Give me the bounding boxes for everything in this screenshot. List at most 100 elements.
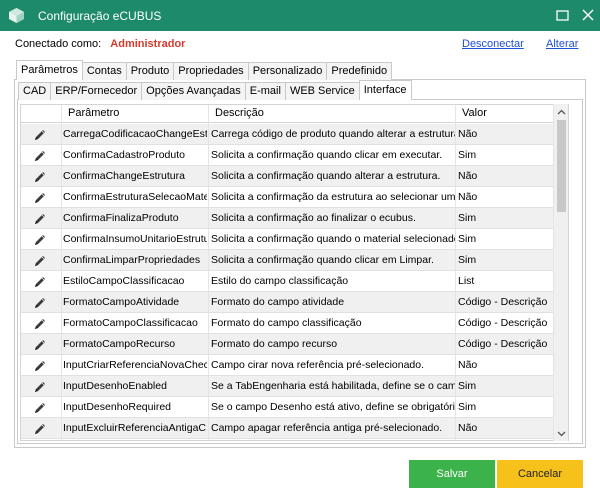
- primary-tab-0[interactable]: Parâmetros: [16, 60, 83, 80]
- pencil-icon[interactable]: [21, 292, 59, 313]
- description-cell: Formato do campo recurso: [211, 338, 338, 350]
- parameter-cell: FormatoCampoClassificacao: [63, 317, 198, 329]
- secondary-tab-3[interactable]: E-mail: [244, 82, 286, 100]
- secondary-tab-4[interactable]: WEB Service: [284, 82, 360, 100]
- close-icon: [582, 9, 594, 21]
- description-cell: Solicita a confirmação quando o material…: [211, 233, 455, 245]
- description-cell: Se a TabEngenharia está habilitada, defi…: [211, 380, 455, 392]
- pencil-icon[interactable]: [21, 208, 59, 229]
- scroll-down-button[interactable]: [554, 426, 569, 441]
- secondary-tab-2[interactable]: Opções Avançadas: [141, 82, 246, 100]
- column-divider: [208, 105, 209, 440]
- pencil-icon[interactable]: [21, 376, 59, 397]
- value-cell[interactable]: Não: [455, 166, 553, 187]
- secondary-tabs: CAD ERP/Fornecedor Opções Avançadas E-mail W…: [18, 80, 412, 100]
- column-header-value[interactable]: Valor: [455, 105, 553, 123]
- column-divider: [455, 105, 456, 440]
- table-row[interactable]: ConfirmaCadastroProduto Solicita a confir…: [21, 145, 568, 166]
- connected-user: Administrador: [110, 38, 186, 50]
- table-row[interactable]: EstiloCampoClassificacao Estilo do campo …: [21, 271, 568, 292]
- table-row[interactable]: ConfirmaEstruturaSelecaoMate... Solicita …: [21, 187, 568, 208]
- primary-tab-2[interactable]: Produto: [125, 62, 175, 80]
- value-cell[interactable]: Código - Descrição: [455, 334, 553, 355]
- value-cell[interactable]: Não: [455, 418, 553, 439]
- pencil-icon[interactable]: [21, 187, 59, 208]
- primary-tab-1[interactable]: Contas: [81, 62, 127, 80]
- table-row[interactable]: FormatoCampoClassificacao Formato do camp…: [21, 313, 568, 334]
- description-cell: Solicita a confirmação quando clicar em …: [211, 254, 434, 266]
- change-link[interactable]: Alterar: [546, 38, 578, 50]
- secondary-tab-0[interactable]: CAD: [18, 82, 52, 100]
- pencil-icon[interactable]: [21, 313, 59, 334]
- scroll-thumb[interactable]: [557, 120, 566, 212]
- table-row[interactable]: ConfirmaFinalizaProduto Solicita a confir…: [21, 208, 568, 229]
- pencil-icon[interactable]: [21, 397, 59, 418]
- table-row[interactable]: InputExcluirReferenciaAntigaC... Campo ap…: [21, 418, 568, 439]
- value-cell[interactable]: Sim: [455, 145, 553, 166]
- disconnect-link[interactable]: Desconectar: [462, 38, 524, 50]
- chevron-down-icon: [557, 431, 566, 436]
- scroll-up-button[interactable]: [554, 104, 569, 119]
- pencil-icon[interactable]: [21, 250, 59, 271]
- minimize-button[interactable]: [550, 4, 574, 26]
- title-bar: Configuração eCUBUS: [0, 0, 600, 31]
- column-divider: [61, 105, 62, 440]
- pencil-icon[interactable]: [21, 124, 59, 145]
- pencil-icon[interactable]: [21, 271, 59, 292]
- table-row[interactable]: FormatoCampoRecurso Formato do campo recu…: [21, 334, 568, 355]
- description-cell: Solicita a confirmação da estrutura ao s…: [211, 191, 455, 203]
- value-cell[interactable]: Sim: [455, 250, 553, 271]
- value-cell[interactable]: Código - Descrição: [455, 292, 553, 313]
- chevron-up-icon: [557, 109, 566, 114]
- pencil-icon[interactable]: [21, 334, 59, 355]
- minimize-icon: [555, 9, 569, 21]
- value-cell[interactable]: List: [455, 271, 553, 292]
- table-row[interactable]: ConfirmaChangeEstrutura Solicita a confir…: [21, 166, 568, 187]
- description-cell: Solicita a confirmação quando alterar a …: [211, 170, 441, 182]
- parameter-cell: CarregaCodificacaoChangeEstr...: [63, 128, 207, 140]
- column-header-parameter[interactable]: Parâmetro: [61, 105, 208, 123]
- value-cell[interactable]: Sim: [455, 376, 553, 397]
- pencil-icon[interactable]: [21, 145, 59, 166]
- table-row[interactable]: ConfirmaInsumoUnitarioEstrutur... Solicit…: [21, 229, 568, 250]
- secondary-tab-1[interactable]: ERP/Fornecedor: [50, 82, 143, 100]
- pencil-icon[interactable]: [21, 355, 59, 376]
- pencil-icon[interactable]: [21, 418, 59, 439]
- value-cell[interactable]: Sim: [455, 229, 553, 250]
- table-row[interactable]: InputDesenhoEnabled Se a TabEngenharia es…: [21, 376, 568, 397]
- value-cell[interactable]: Não: [455, 124, 553, 145]
- pencil-icon[interactable]: [21, 229, 59, 250]
- table-row[interactable]: CarregaCodificacaoChangeEstr... Carrega c…: [21, 124, 568, 145]
- primary-tab-5[interactable]: Predefinido: [326, 62, 393, 80]
- description-cell: Solicita a confirmação quando clicar em …: [211, 149, 443, 161]
- description-cell: Campo apagar referência antiga pré-selec…: [211, 422, 443, 434]
- table-row[interactable]: ConfirmaLimparPropriedades Solicita a con…: [21, 250, 568, 271]
- parameter-cell: ConfirmaCadastroProduto: [63, 149, 185, 161]
- table-row[interactable]: FormatoCampoAtividade Formato do campo at…: [21, 292, 568, 313]
- value-cell[interactable]: Não: [455, 355, 553, 376]
- parameter-cell: EstiloCampoClassificacao: [63, 275, 185, 287]
- value-cell[interactable]: Sim: [455, 208, 553, 229]
- close-button[interactable]: [576, 4, 600, 26]
- primary-tab-3[interactable]: Propriedades: [173, 62, 249, 80]
- table-row[interactable]: InputCriarReferenciaNovaChec... Campo cir…: [21, 355, 568, 376]
- vertical-scrollbar[interactable]: [553, 104, 568, 441]
- value-cell[interactable]: Não: [455, 187, 553, 208]
- description-cell: Carrega código de produto quando alterar…: [211, 128, 455, 140]
- parameters-grid: Parâmetro Descrição Valor CarregaCodific…: [20, 104, 569, 441]
- secondary-tab-5[interactable]: Interface: [358, 80, 412, 100]
- value-cell[interactable]: Sim: [455, 397, 553, 418]
- parameter-cell: ConfirmaInsumoUnitarioEstrutur...: [63, 233, 207, 245]
- description-cell: Solicita a confirmação ao finalizar o ec…: [211, 212, 416, 224]
- table-row[interactable]: InputDesenhoRequired Se o campo Desenho e…: [21, 397, 568, 418]
- column-header-description[interactable]: Descrição: [208, 105, 455, 123]
- save-button[interactable]: Salvar: [409, 460, 495, 488]
- value-cell[interactable]: Código - Descrição: [455, 313, 553, 334]
- description-cell: Se o campo Desenho está ativo, define se…: [211, 401, 455, 413]
- cancel-button[interactable]: Cancelar: [497, 460, 583, 488]
- pencil-icon[interactable]: [21, 166, 59, 187]
- primary-tab-4[interactable]: Personalizado: [247, 62, 328, 80]
- parameter-cell: ConfirmaEstruturaSelecaoMate...: [63, 191, 207, 203]
- window-title: Configuração eCUBUS: [38, 9, 162, 23]
- description-cell: Campo cirar nova referência pré-selecion…: [211, 359, 425, 371]
